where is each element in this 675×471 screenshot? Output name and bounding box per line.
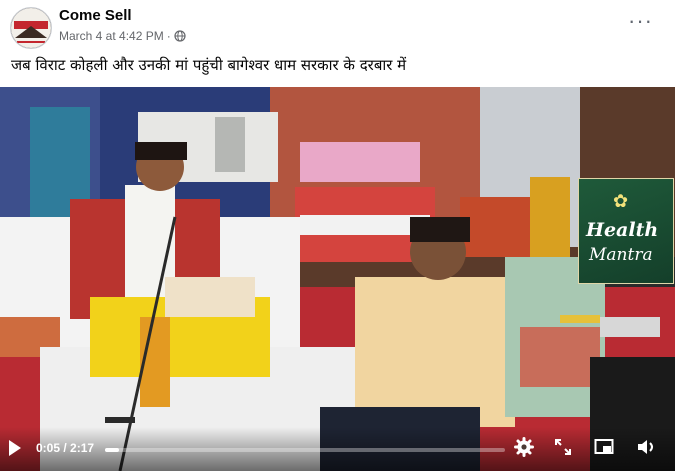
- badge-line1: Health: [586, 219, 659, 241]
- progress-fill: [105, 448, 120, 452]
- page-avatar-logo: [11, 8, 51, 48]
- post-header: Come Sell March 4 at 4:42 PM · ···: [0, 0, 675, 54]
- post-meta: March 4 at 4:42 PM ·: [59, 29, 186, 43]
- current-time: 0:05: [36, 441, 61, 455]
- settings-gear-icon[interactable]: [514, 437, 534, 457]
- video-frame: [0, 87, 675, 471]
- progress-bar[interactable]: [105, 448, 505, 452]
- lotus-icon: ✿: [613, 191, 629, 211]
- post-caption: जब विराट कोहली और उनकी मां पहुंची बागेश्…: [11, 56, 407, 74]
- health-mantra-badge: ✿ Health Mantra: [578, 178, 674, 284]
- video-time: 0:05 / 2:17: [36, 441, 94, 455]
- more-options-icon[interactable]: ···: [628, 10, 653, 32]
- page-avatar[interactable]: [10, 7, 52, 49]
- meta-separator: ·: [166, 29, 171, 43]
- video-player[interactable]: ✿ Health Mantra: [0, 87, 675, 471]
- duration: 2:17: [70, 441, 95, 455]
- picture-in-picture-icon[interactable]: [594, 437, 614, 457]
- badge-line2: Mantra: [589, 245, 653, 265]
- post-timestamp[interactable]: March 4 at 4:42 PM: [59, 29, 164, 43]
- page-name[interactable]: Come Sell: [59, 7, 132, 24]
- fullscreen-icon[interactable]: [553, 437, 573, 457]
- globe-icon: [174, 30, 186, 42]
- volume-icon[interactable]: [636, 437, 656, 457]
- play-icon[interactable]: [9, 440, 21, 456]
